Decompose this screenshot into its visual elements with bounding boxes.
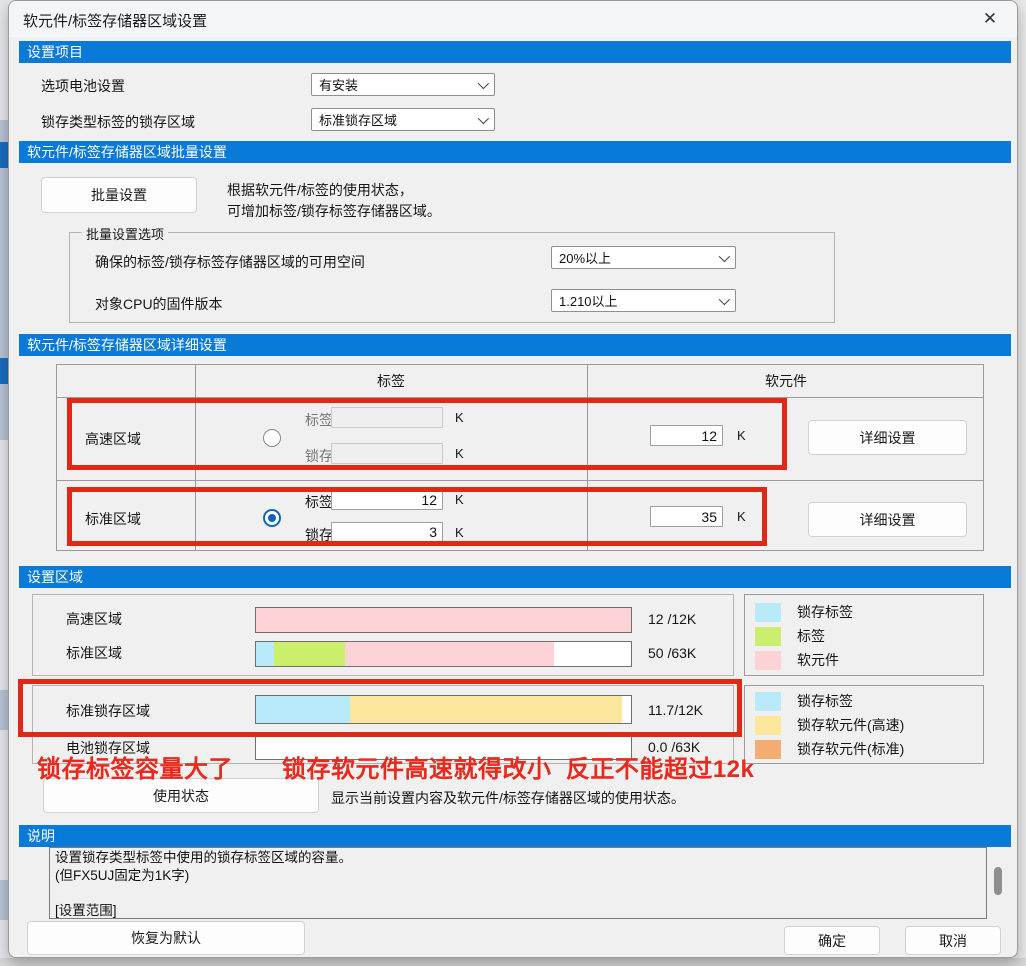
- batch-setting-button[interactable]: 批量设置: [41, 177, 197, 213]
- row-highspeed-tag-input: [331, 407, 443, 428]
- bar-segment: [345, 642, 554, 666]
- row-standard-radio[interactable]: [263, 509, 281, 527]
- firmware-value: 1.210以上: [559, 291, 618, 310]
- section-header-description: 说明: [19, 825, 1011, 847]
- row-highspeed-detail-button[interactable]: 详细设置: [808, 420, 967, 455]
- usage-batterylatch-label: 电池锁存区域: [66, 738, 150, 758]
- legend-box-1: 锁存标签 标签 软元件: [744, 594, 984, 676]
- section-header-setting-items: 设置项目: [19, 41, 1011, 63]
- chevron-down-icon: [478, 112, 489, 123]
- battery-option-value: 有安装: [319, 75, 358, 94]
- background-window-edge: [0, 0, 8, 966]
- row-standard-tag-input[interactable]: [331, 489, 443, 510]
- legend-label: 标签: [797, 626, 825, 646]
- usage-highspeed-bar: [255, 607, 632, 633]
- usage-stdlatch-value: 11.7/12K: [648, 702, 703, 718]
- battery-option-label: 选项电池设置: [41, 76, 125, 96]
- description-line: [55, 884, 981, 902]
- batch-desc-line1: 根据软元件/标签的使用状态，: [227, 180, 413, 200]
- unit-k: K: [455, 446, 464, 461]
- batch-options-title: 批量设置选项: [82, 224, 168, 243]
- row-standard-latch-input[interactable]: [331, 522, 443, 543]
- usage-highspeed-label: 高速区域: [66, 609, 122, 629]
- row-standard-latch-label: 锁存: [305, 525, 333, 545]
- legend-swatch: [755, 651, 781, 670]
- firmware-select[interactable]: 1.210以上: [551, 289, 736, 312]
- row-standard-name: 标准区域: [85, 509, 141, 529]
- usage-standard-bar: [255, 641, 632, 667]
- bar-segment: [256, 696, 350, 723]
- close-icon[interactable]: ✕: [975, 6, 1005, 32]
- row-highspeed-latch-input: [331, 443, 443, 464]
- unit-k: K: [737, 428, 746, 443]
- bar-segment: [350, 696, 622, 723]
- row-highspeed-device-input[interactable]: [650, 425, 723, 446]
- usage-status-desc: 显示当前设置内容及软元件/标签存储器区域的使用状态。: [331, 788, 685, 808]
- description-line: 设置锁存类型标签中使用的锁存标签区域的容量。: [55, 849, 981, 867]
- bar-segment: [256, 642, 274, 666]
- usage-standard-value: 50 /63K: [648, 645, 696, 661]
- legend-swatch: [755, 603, 781, 622]
- legend-swatch: [755, 740, 781, 759]
- battery-option-select[interactable]: 有安装: [311, 73, 495, 96]
- row-highspeed-name: 高速区域: [85, 429, 141, 449]
- legend-label: 锁存软元件(高速): [797, 715, 904, 735]
- bar-segment: [274, 642, 345, 666]
- unit-k: K: [737, 509, 746, 524]
- ok-button[interactable]: 确定: [784, 926, 880, 955]
- legend-swatch: [755, 716, 781, 735]
- legend-box-2: 锁存标签 锁存软元件(高速) 锁存软元件(标准): [744, 685, 984, 764]
- usage-batterylatch-bar: [255, 735, 632, 760]
- latch-area-label: 锁存类型标签的锁存区域: [41, 112, 195, 132]
- usage-stdlatch-label: 标准锁存区域: [66, 701, 150, 721]
- column-header-device: 软元件: [587, 365, 985, 397]
- row-standard-tag-label: 标签: [305, 492, 333, 512]
- usage-status-button[interactable]: 使用状态: [43, 778, 319, 813]
- free-space-value: 20%以上: [559, 248, 611, 267]
- usage-stdlatch-bar: [255, 695, 632, 724]
- row-highspeed-tag-label: 标签: [305, 410, 333, 430]
- chevron-down-icon: [719, 250, 730, 261]
- chevron-down-icon: [719, 293, 730, 304]
- section-header-detail: 软元件/标签存储器区域详细设置: [19, 334, 1011, 356]
- chevron-down-icon: [478, 77, 489, 88]
- row-highspeed-radio[interactable]: [263, 429, 281, 447]
- background-desktop-strip: [0, 958, 1026, 966]
- unit-k: K: [455, 410, 464, 425]
- unit-k: K: [455, 492, 464, 507]
- row-highspeed-latch-label: 锁存: [305, 446, 333, 466]
- legend-label: 锁存软元件(标准): [797, 739, 904, 759]
- dialog-title: 软元件/标签存储器区域设置: [23, 10, 207, 31]
- legend-swatch: [755, 627, 781, 646]
- description-text: 设置锁存类型标签中使用的锁存标签区域的容量。 (但FX5UJ固定为1K字) [设…: [49, 847, 987, 919]
- firmware-label: 对象CPU的固件版本: [95, 294, 223, 314]
- usage-highspeed-value: 12 /12K: [648, 611, 696, 627]
- column-header-label: 标签: [195, 365, 587, 397]
- batch-desc-line2: 可增加标签/锁存标签存储器区域。: [227, 201, 441, 221]
- legend-label: 软元件: [797, 650, 839, 670]
- latch-area-select[interactable]: 标准锁存区域: [311, 108, 495, 131]
- legend-label: 锁存标签: [797, 602, 853, 622]
- free-space-label: 确保的标签/锁存标签存储器区域的可用空间: [95, 252, 365, 272]
- section-header-batch: 软元件/标签存储器区域批量设置: [19, 141, 1011, 163]
- restore-default-button[interactable]: 恢复为默认: [27, 921, 305, 955]
- screen: 软元件/标签存储器区域设置 ✕ 设置项目 选项电池设置 有安装 锁存类型标签的锁…: [0, 0, 1026, 966]
- bar-segment: [256, 608, 631, 632]
- latch-area-value: 标准锁存区域: [319, 110, 397, 129]
- row-standard-detail-button[interactable]: 详细设置: [808, 502, 967, 537]
- description-line: [设置范围]: [55, 902, 981, 920]
- usage-standard-label: 标准区域: [66, 643, 122, 663]
- cancel-button[interactable]: 取消: [905, 926, 1001, 955]
- device-label-memory-dialog: 软元件/标签存储器区域设置 ✕ 设置项目 选项电池设置 有安装 锁存类型标签的锁…: [8, 0, 1018, 958]
- detail-table: 标签 软元件 高速区域 标签 K 锁存 K K 详细设置 标准区域 标签 K 锁…: [56, 364, 984, 551]
- legend-label: 锁存标签: [797, 691, 853, 711]
- description-scrollbar[interactable]: [994, 867, 1002, 895]
- unit-k: K: [455, 525, 464, 540]
- row-standard-device-input[interactable]: [650, 506, 723, 527]
- section-header-setting-area: 设置区域: [19, 566, 1011, 588]
- description-line: (但FX5UJ固定为1K字): [55, 867, 981, 885]
- free-space-select[interactable]: 20%以上: [551, 246, 736, 269]
- usage-batterylatch-value: 0.0 /63K: [648, 739, 700, 755]
- legend-swatch: [755, 692, 781, 711]
